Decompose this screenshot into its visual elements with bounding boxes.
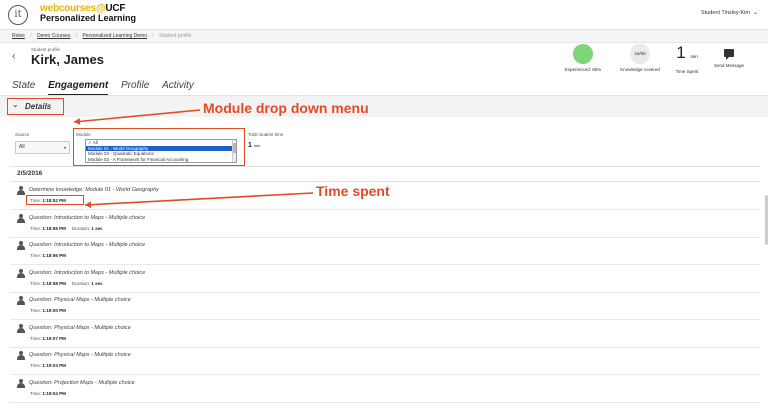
activity-meta: Time: 1:19:07 PM (30, 335, 66, 341)
breadcrumb-separator: / (30, 33, 32, 39)
activity-meta: Time: 1:18:55 PM Duration: 1 sec (30, 225, 103, 231)
page-title: Kirk, James (31, 52, 104, 67)
module-option-02[interactable]: Module 02 - A Framework for Financial Ac… (86, 157, 236, 163)
source-label: Source (15, 132, 30, 137)
person-icon (17, 351, 25, 360)
experienced-indicator (573, 44, 593, 64)
tab-state[interactable]: State (12, 80, 35, 94)
activity-title: Question: Introduction to Maps - Multipl… (29, 214, 146, 221)
chevron-down-icon: ⌄ (752, 10, 758, 16)
experienced-stat: Experienced: 85% (555, 44, 611, 72)
chat-icon (724, 49, 734, 60)
knowledge-label: Knowledge covered (620, 67, 660, 72)
person-icon (17, 241, 25, 250)
person-icon (17, 268, 25, 278)
details-toggle[interactable]: ⌄ Details (7, 98, 64, 115)
it-logo-icon[interactable]: it (8, 5, 28, 25)
person-icon (17, 186, 25, 195)
tab-engagement[interactable]: Engagement (48, 80, 109, 96)
filters-divider (10, 166, 760, 167)
source-select[interactable]: All ▾ (15, 141, 70, 154)
table-row[interactable]: Question: Physical Maps - Multiple choic… (10, 347, 760, 375)
tab-activity[interactable]: Activity (162, 80, 194, 94)
table-row[interactable]: Question: Projection Maps - Multiple cho… (10, 375, 760, 403)
module-arrow-head (74, 117, 81, 125)
chevron-down-icon: ⌄ (12, 100, 19, 109)
table-row[interactable]: Question: Physical Maps - Multiple choic… (10, 292, 760, 320)
tab-bar: State Engagement Profile Activity (12, 80, 204, 96)
table-row[interactable]: Determine knowledge: Module 01 - World G… (10, 182, 760, 210)
time-spent-label: Time Spent (675, 69, 699, 74)
send-message-label: Send Message (713, 63, 745, 68)
breadcrumb-personalized-learning-demo[interactable]: Personalized Learning Demo (83, 33, 147, 39)
details-label: Details (25, 102, 52, 111)
tab-profile[interactable]: Profile (121, 80, 149, 94)
details-section: ⌄ Details (0, 96, 768, 117)
time-stat: 1 min Time Spent (670, 43, 704, 75)
person-icon (17, 378, 25, 388)
chevron-down-icon: ▾ (63, 145, 66, 150)
knowledge-stat: 44/60 Knowledge covered (612, 44, 668, 72)
activity-meta: Time: 1:18:56 PM (30, 253, 66, 258)
activity-title: Question: Projection Maps - Multiple cho… (29, 379, 135, 386)
back-arrow-icon[interactable]: ‹ (12, 51, 15, 62)
activity-meta: Time: 1:19:00 PM (30, 308, 66, 313)
activity-title: Question: Introduction to Maps - Multipl… (29, 242, 146, 248)
module-select[interactable]: ✓ All Module 01 - World Geography Module… (85, 139, 237, 163)
person-icon (17, 296, 25, 305)
person-icon (17, 213, 25, 223)
table-row[interactable]: Question: Physical Maps - Multiple choic… (10, 320, 760, 348)
breadcrumb-demo-courses[interactable]: Demo Courses (37, 33, 70, 39)
table-row[interactable]: Question: Introduction to Maps - Multipl… (10, 265, 760, 293)
table-row[interactable]: Question: Introduction to Maps - Multipl… (10, 237, 760, 265)
module-label: Module (76, 132, 91, 137)
user-name: Student Tinsley-Kim (701, 10, 750, 16)
activity-title: Question: Introduction to Maps - Multipl… (29, 269, 146, 276)
breadcrumb-separator: / (152, 33, 154, 39)
user-menu[interactable]: Student Tinsley-Kim ⌄ (701, 9, 758, 16)
breadcrumb-roles[interactable]: Roles (12, 33, 25, 39)
breadcrumb-separator: / (75, 33, 78, 39)
time-highlight (26, 195, 84, 205)
total-time-label: Total student time (248, 132, 284, 137)
breadcrumb: Roles / Demo Courses / Personalized Lear… (0, 30, 768, 43)
activity-meta: Time: 1:19:03 PM (30, 363, 66, 368)
breadcrumb-current: Student profile (159, 33, 192, 39)
brand-logo[interactable]: webcourses@UCF Personalized Learning (40, 3, 136, 23)
activity-title: Question: Physical Maps - Multiple choic… (29, 297, 131, 303)
send-message-button[interactable]: Send Message (708, 44, 750, 68)
date-heading: 2/5/2016 (17, 170, 43, 177)
table-row[interactable]: Question: Introduction to Maps - Multipl… (10, 210, 760, 238)
time-spent-value: 1 min (676, 43, 698, 62)
knowledge-value: 44/60 (630, 44, 650, 64)
activity-title: Question: Physical Maps - Multiple choic… (29, 324, 131, 331)
activity-title: Question: Physical Maps - Multiple choic… (29, 352, 131, 358)
experienced-label: Experienced: 85% (564, 67, 602, 72)
total-time-value: 1 min (248, 142, 261, 149)
top-bar: it webcourses@UCF Personalized Learning … (0, 0, 768, 30)
activity-meta: Time: 1:19:04 PM (30, 390, 66, 396)
brand-line2: Personalized Learning (40, 13, 137, 23)
module-annotation: Module drop down menu (203, 100, 369, 116)
person-icon (17, 323, 25, 333)
activity-meta: Time: 1:18:58 PM Duration: 1 sec (30, 280, 103, 286)
module-scrollbar[interactable] (232, 140, 236, 162)
activity-title: Determine knowledge: Module 01 - World G… (29, 187, 159, 193)
source-value: All (19, 144, 25, 150)
